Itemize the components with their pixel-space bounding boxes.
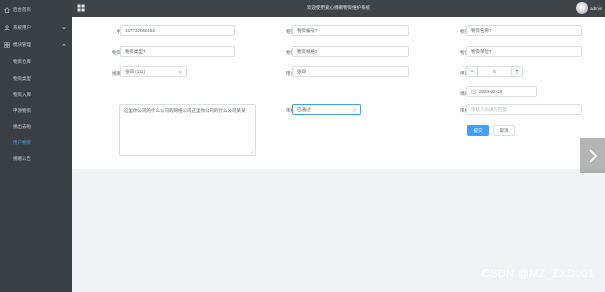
site-title: 欢迎使用爱心捐赠物资维护系统 — [307, 5, 370, 10]
cancel-button[interactable]: 取消 — [493, 125, 515, 136]
goods-name-field[interactable]: 物资名称7 — [466, 25, 582, 36]
sidebar-item-label: 后台首页 — [13, 7, 31, 12]
sidebar-item-label: 捐出去啦 — [13, 124, 31, 129]
sidebar-item-label: 系统用户 — [13, 25, 31, 30]
quantity-value: 5 — [493, 69, 496, 74]
goods-spec-field[interactable]: 物资规格7 — [292, 46, 409, 57]
donor-select[interactable]: 张四 (111) — [120, 66, 187, 77]
username[interactable]: admin — [590, 6, 602, 11]
resize-handle-icon[interactable] — [250, 150, 254, 154]
sidebar-item-goods-warehouse[interactable]: 物资仓库 — [0, 55, 72, 69]
sidebar-item-apply-goods[interactable]: 申领物资 — [0, 104, 72, 118]
sidebar-item-module-manage[interactable]: 模块管理 — [0, 38, 72, 52]
sidebar-item-label: 物资仓库 — [13, 59, 31, 64]
home-icon — [4, 7, 10, 13]
sidebar-item-label: 物资类型 — [13, 76, 31, 81]
chevron-right-icon — [588, 148, 598, 164]
chevron-up-icon — [61, 42, 67, 48]
user-icon — [4, 25, 10, 31]
sidebar-item-goods-type[interactable]: 物资类型 — [0, 72, 72, 86]
quantity-stepper[interactable]: − 5 + — [466, 66, 523, 77]
submit-button[interactable]: 提交 — [467, 125, 489, 136]
sidebar-item-label: 捐赠公告 — [13, 156, 31, 161]
sidebar-item-label: 模块管理 — [13, 42, 31, 47]
audit-reply-field[interactable]: 审核人员填写回复 — [466, 104, 582, 115]
sidebar: 后台首页 系统用户 模块管理 物资仓库 物资类型 物资入库 申领物资 捐出去啦 … — [0, 0, 72, 292]
next-slide-button[interactable] — [580, 138, 605, 173]
top-header: 欢迎使用爱心捐赠物资维护系统 admin — [72, 0, 605, 17]
sidebar-item-home[interactable]: 后台首页 — [0, 3, 72, 17]
avatar[interactable] — [576, 2, 588, 14]
phone-field[interactable]: 15773206016S — [120, 25, 235, 36]
increment-button[interactable]: + — [511, 67, 522, 76]
sidebar-item-system-users[interactable]: 系统用户 — [0, 21, 72, 35]
calendar-icon — [471, 89, 476, 94]
watermark: CSDN @MZ_ZXD001 — [482, 268, 595, 280]
user-name-field[interactable]: 张四 — [292, 66, 409, 77]
goods-unit-field[interactable]: 物资单位7 — [466, 46, 582, 57]
remark-textarea[interactable]: 这里你公司的什么公司的网络公司这里你公司的什么公司某某 — [119, 104, 256, 156]
sidebar-item-label: 物资入库 — [13, 92, 31, 97]
chevron-down-icon — [178, 70, 183, 74]
grid-icon — [4, 42, 10, 48]
goods-code-field[interactable]: 物资编号7 — [292, 25, 409, 36]
decrement-button[interactable]: − — [467, 67, 478, 76]
sidebar-item-user-goods[interactable]: 用户物资 — [0, 136, 72, 150]
chevron-down-icon — [61, 25, 67, 31]
chevron-down-icon — [352, 108, 357, 112]
sidebar-item-donation-notice[interactable]: 捐赠公告 — [0, 152, 72, 166]
goods-type-field[interactable]: 物资类型7 — [120, 46, 235, 57]
sidebar-item-label: 用户物资 — [13, 140, 31, 145]
goods-form: 手机号 15773206016S 物资编号 物资编号7 物资名称 物资名称7 物… — [72, 17, 605, 169]
sidebar-item-goods-inbound[interactable]: 物资入库 — [0, 88, 72, 102]
apply-date-picker[interactable]: 2023-02-19 — [466, 86, 537, 97]
sidebar-item-label: 申领物资 — [13, 108, 31, 113]
audit-status-select[interactable]: 已通过 — [292, 104, 361, 115]
sidebar-item-donated[interactable]: 捐出去啦 — [0, 120, 72, 134]
